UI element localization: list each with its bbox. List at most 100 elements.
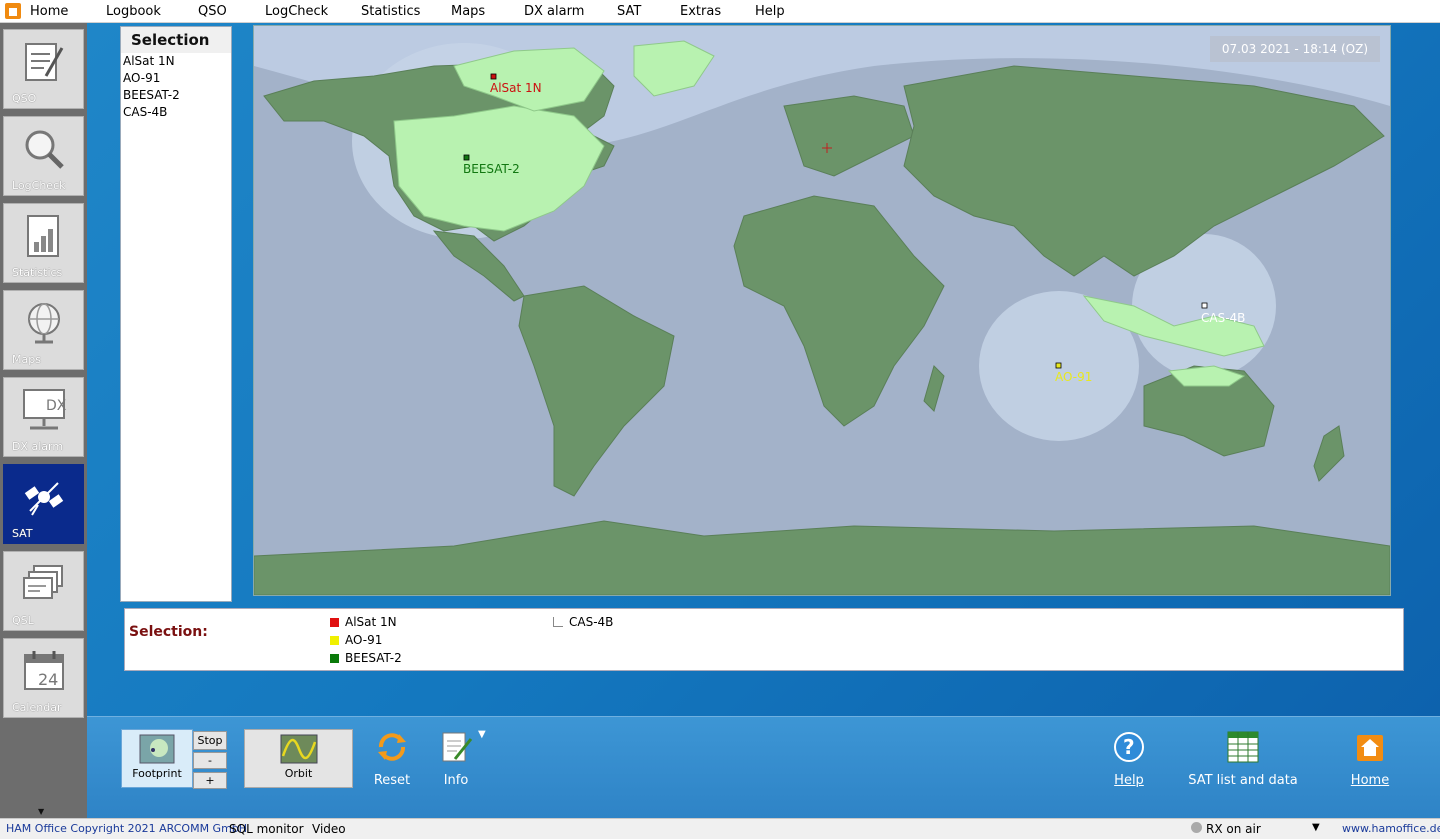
legend-entry-ao-91: AO-91 <box>330 633 382 647</box>
home-label: Home <box>1350 773 1390 788</box>
plus-button[interactable]: + <box>193 772 227 789</box>
satellite-marker-cas-4b[interactable] <box>1201 302 1208 309</box>
satellite-label-cas-4b: CAS-4B <box>1201 311 1245 325</box>
website-link[interactable]: www.hamoffice.de <box>1342 822 1440 835</box>
help-icon: ? <box>1114 732 1144 762</box>
footprint-label: Footprint <box>132 767 182 780</box>
home-button[interactable]: Home <box>1345 731 1395 788</box>
selection-header: Selection <box>121 27 231 53</box>
list-item[interactable]: CAS-4B <box>121 104 231 121</box>
legend-swatch <box>330 636 339 645</box>
main-area: Selection AlSat 1N AO-91 BEESAT-2 CAS-4B <box>87 23 1440 716</box>
sidebar-item-logcheck[interactable]: LogCheck <box>3 116 84 196</box>
reset-icon <box>378 733 406 761</box>
home-icon <box>1357 735 1383 761</box>
sidebar-item-label: LogCheck <box>12 179 66 192</box>
list-item[interactable]: AlSat 1N <box>121 53 231 70</box>
timestamp-box: 07.03 2021 - 18:14 (OZ) <box>1209 36 1380 62</box>
sidebar-item-maps[interactable]: Maps <box>3 290 84 370</box>
menu-qso[interactable]: QSO <box>198 4 227 19</box>
info-notepad-icon <box>442 732 473 762</box>
menu-maps[interactable]: Maps <box>451 4 485 19</box>
status-bar: HAM Office Copyright 2021 ARCOMM GmbH SQ… <box>0 818 1440 839</box>
satellite-marker-alsat-1n[interactable] <box>490 73 497 80</box>
sidebar-item-label: DX alarm <box>12 440 64 453</box>
stop-button[interactable]: Stop <box>193 731 227 750</box>
video-link[interactable]: Video <box>312 822 346 836</box>
info-label: Info <box>443 773 469 788</box>
selection-panel: Selection AlSat 1N AO-91 BEESAT-2 CAS-4B <box>120 26 232 602</box>
list-item[interactable]: BEESAT-2 <box>121 87 231 104</box>
menu-statistics[interactable]: Statistics <box>361 4 420 19</box>
sidebar: QSO LogCheck Statistics Maps DX DX alarm… <box>0 23 87 818</box>
legend-swatch <box>330 618 339 627</box>
sidebar-item-label: QSL <box>12 614 34 627</box>
sql-monitor-link[interactable]: SQL monitor <box>229 822 304 836</box>
world-map[interactable]: AlSat 1N BEESAT-2 AO-91 CAS-4B 07.03 202… <box>253 25 1391 596</box>
orbit-label: Orbit <box>284 767 313 780</box>
sidebar-item-calendar[interactable]: 24 Calendar <box>3 638 84 718</box>
sidebar-item-qso[interactable]: QSO <box>3 29 84 109</box>
sidebar-item-qsl[interactable]: QSL <box>3 551 84 631</box>
copyright-text: HAM Office Copyright 2021 ARCOMM GmbH <box>6 822 248 835</box>
legend-label: AO-91 <box>345 633 383 647</box>
bottom-toolbar: Footprint Stop - + Orbit Reset Info ▼ ? … <box>87 716 1440 819</box>
legend-swatch <box>553 617 563 627</box>
satellite-label-alsat-1n: AlSat 1N <box>490 81 542 95</box>
footprint-icon <box>139 734 175 764</box>
svg-text:?: ? <box>1123 735 1135 759</box>
reset-button[interactable]: Reset <box>369 731 415 788</box>
sidebar-item-label: Statistics <box>12 266 63 279</box>
menu-extras[interactable]: Extras <box>680 4 721 19</box>
satellite-marker-ao-91[interactable] <box>1055 362 1062 369</box>
sidebar-item-sat[interactable]: SAT <box>3 464 84 544</box>
menu-logcheck[interactable]: LogCheck <box>265 4 328 19</box>
menu-help[interactable]: Help <box>755 4 785 19</box>
dx-monitor-icon: DX <box>23 389 67 430</box>
legend-entry-beesat-2: BEESAT-2 <box>330 651 402 665</box>
notepad-icon <box>25 43 64 81</box>
rx-dropdown-icon[interactable]: ▼ <box>1312 822 1320 833</box>
menu-logbook[interactable]: Logbook <box>106 4 161 19</box>
rx-on-air-label: RX on air <box>1206 822 1261 836</box>
info-button[interactable]: Info <box>433 731 479 788</box>
minus-button[interactable]: - <box>193 752 227 769</box>
legend-label: CAS-4B <box>569 615 614 629</box>
calendar-icon: 24 <box>24 651 64 690</box>
legend-label: BEESAT-2 <box>345 651 402 665</box>
satellite-label-beesat-2: BEESAT-2 <box>463 162 520 176</box>
footprint-button[interactable]: Footprint <box>121 729 193 788</box>
legend-entry-alsat-1n: AlSat 1N <box>330 615 397 629</box>
sidebar-item-label: QSO <box>12 92 37 105</box>
globe-icon <box>28 303 60 344</box>
list-item[interactable]: AO-91 <box>121 70 231 87</box>
rx-status-icon <box>1191 822 1202 833</box>
sidebar-item-label: Calendar <box>12 701 62 714</box>
sidebar-item-statistics[interactable]: Statistics <box>3 203 84 283</box>
sat-list-label: SAT list and data <box>1188 773 1298 788</box>
orbit-button[interactable]: Orbit <box>244 729 353 788</box>
sidebar-item-dx-alarm[interactable]: DX DX alarm <box>3 377 84 457</box>
menu-home[interactable]: Home <box>30 4 68 19</box>
reset-label: Reset <box>373 773 411 788</box>
legend-entry-cas-4b: CAS-4B <box>553 615 613 629</box>
sat-list-button[interactable]: SAT list and data <box>1187 731 1299 788</box>
magnifier-icon <box>25 130 64 169</box>
help-label: Help <box>1114 773 1144 788</box>
satellite-marker-beesat-2[interactable] <box>463 154 470 161</box>
menu-dx-alarm[interactable]: DX alarm <box>524 4 584 19</box>
info-dropdown-icon[interactable]: ▼ <box>478 729 486 740</box>
sidebar-item-label: SAT <box>12 527 33 540</box>
menu-sat[interactable]: SAT <box>617 4 641 19</box>
scroll-down-icon[interactable]: ▼ <box>38 807 44 816</box>
legend-panel: Selection: AlSat 1N AO-91 BEESAT-2 CAS-4… <box>124 608 1404 671</box>
calendar-day: 24 <box>38 670 58 689</box>
world-map-canvas: AlSat 1N BEESAT-2 AO-91 CAS-4B <box>254 26 1390 595</box>
satellite-label-ao-91: AO-91 <box>1055 370 1092 384</box>
sidebar-item-label: Maps <box>12 353 41 366</box>
bar-chart-icon <box>27 215 59 257</box>
svg-text:DX: DX <box>46 398 67 414</box>
home-icon[interactable] <box>5 3 21 19</box>
table-icon <box>1227 731 1259 763</box>
help-button[interactable]: ? Help <box>1104 731 1154 788</box>
